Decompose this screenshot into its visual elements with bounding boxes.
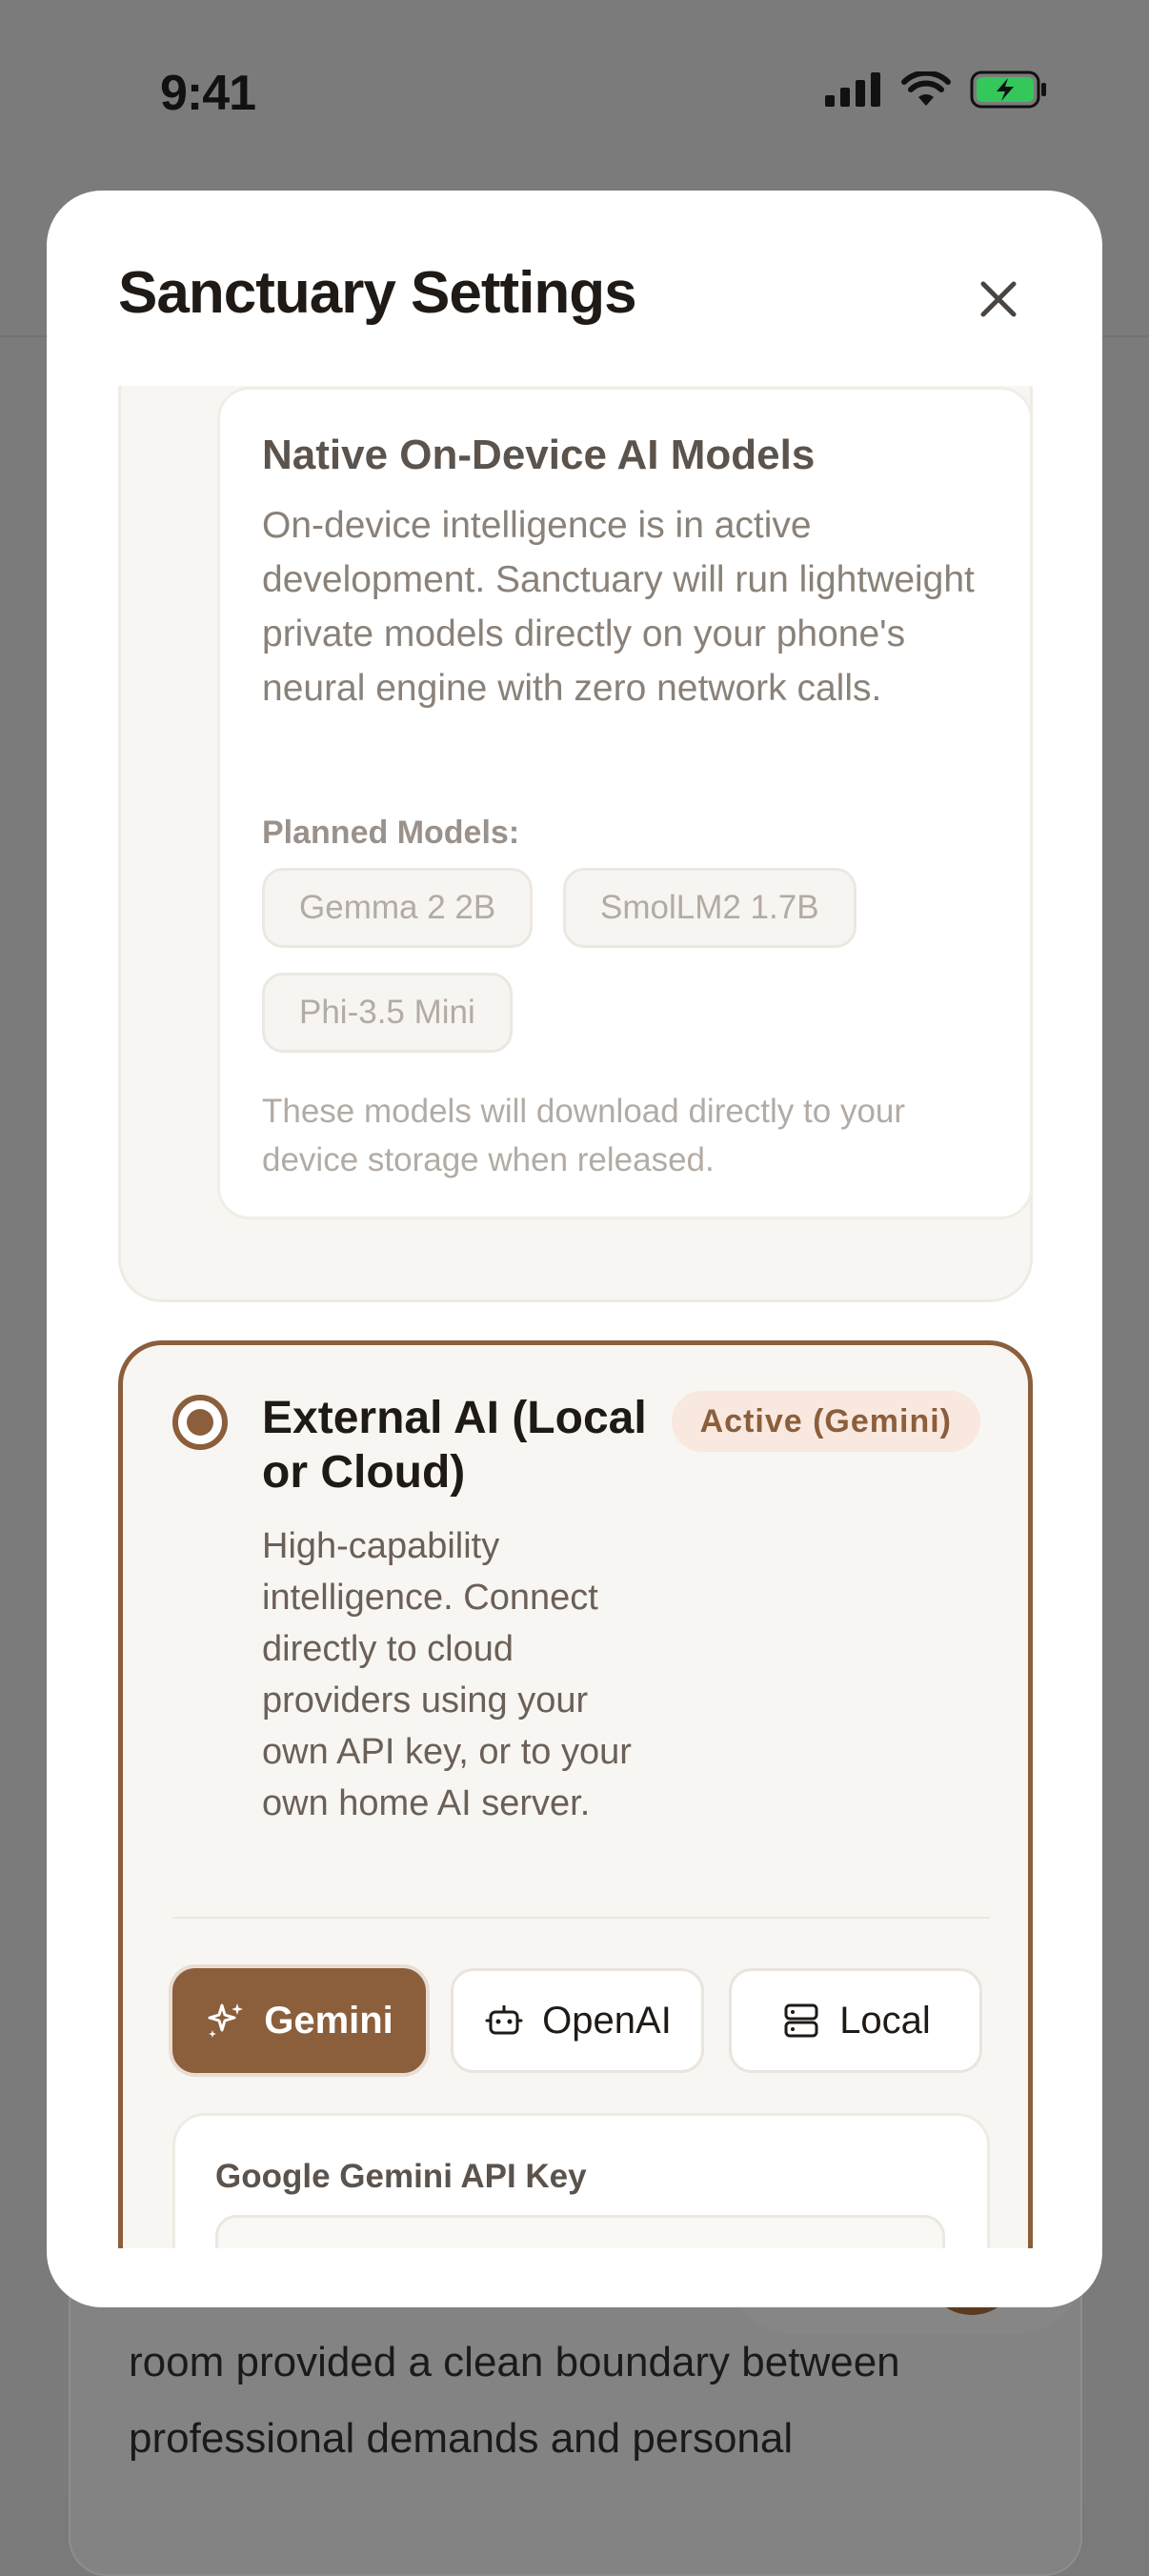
external-ai-title: External AI (Local or Cloud) xyxy=(262,1393,647,1498)
api-key-input[interactable] xyxy=(215,2215,945,2248)
external-ai-description: High-capability intelligence. Connect di… xyxy=(262,1526,632,1823)
api-key-panel: Google Gemini API Key xyxy=(172,2113,990,2248)
native-models-panel: Native On-Device AI Models On-device int… xyxy=(217,387,1033,1219)
background-text-line: room provided a clean boundary between xyxy=(129,2339,900,2385)
section-divider xyxy=(172,1917,990,1919)
provider-openai-button[interactable]: OpenAI xyxy=(451,1968,704,2073)
sparkles-icon xyxy=(208,2003,244,2038)
native-models-title: Native On-Device AI Models xyxy=(262,432,816,478)
cellular-signal-icon xyxy=(825,72,880,107)
settings-modal: Sanctuary Settings Native On-Device AI M… xyxy=(47,191,1102,2307)
status-bar: 9:41 xyxy=(0,0,1149,191)
battery-charging-icon xyxy=(970,70,1046,109)
model-chip-phi: Phi-3.5 Mini xyxy=(262,973,513,1053)
wifi-icon xyxy=(901,71,951,106)
native-models-description: On-device intelligence is in active deve… xyxy=(262,505,975,709)
background-journal-text: room provided a clean boundary between p… xyxy=(129,2324,1081,2477)
model-chip-gemma: Gemma 2 2B xyxy=(262,868,534,948)
modal-title: Sanctuary Settings xyxy=(118,260,637,326)
settings-scroll-area[interactable]: Native On-Device AI Models On-device int… xyxy=(47,386,1102,2248)
provider-local-button[interactable]: Local xyxy=(729,1968,982,2073)
provider-label: Gemini xyxy=(264,1999,393,2042)
provider-label: Local xyxy=(839,1999,931,2042)
close-icon xyxy=(980,281,1017,317)
planned-models-label: Planned Models: xyxy=(262,815,520,851)
model-chip-smollm: SmolLM2 1.7B xyxy=(563,868,857,948)
native-ai-option-card: Native On-Device AI Models On-device int… xyxy=(118,386,1033,1302)
status-icons xyxy=(825,70,1048,109)
close-button[interactable] xyxy=(966,267,1031,332)
status-time: 9:41 xyxy=(160,66,256,121)
external-ai-radio[interactable] xyxy=(172,1395,228,1450)
background-text-line: professional demands and personal xyxy=(129,2415,794,2462)
server-icon xyxy=(784,2003,818,2038)
provider-label: OpenAI xyxy=(542,1999,672,2042)
provider-gemini-button[interactable]: Gemini xyxy=(172,1968,426,2073)
external-ai-option-card[interactable]: External AI (Local or Cloud) Active (Gem… xyxy=(118,1340,1033,2248)
robot-icon xyxy=(485,2005,523,2035)
status-badge: Active (Gemini) xyxy=(671,1391,980,1452)
native-models-note: These models will download directly to y… xyxy=(262,1093,906,1178)
api-key-label: Google Gemini API Key xyxy=(215,2158,587,2195)
